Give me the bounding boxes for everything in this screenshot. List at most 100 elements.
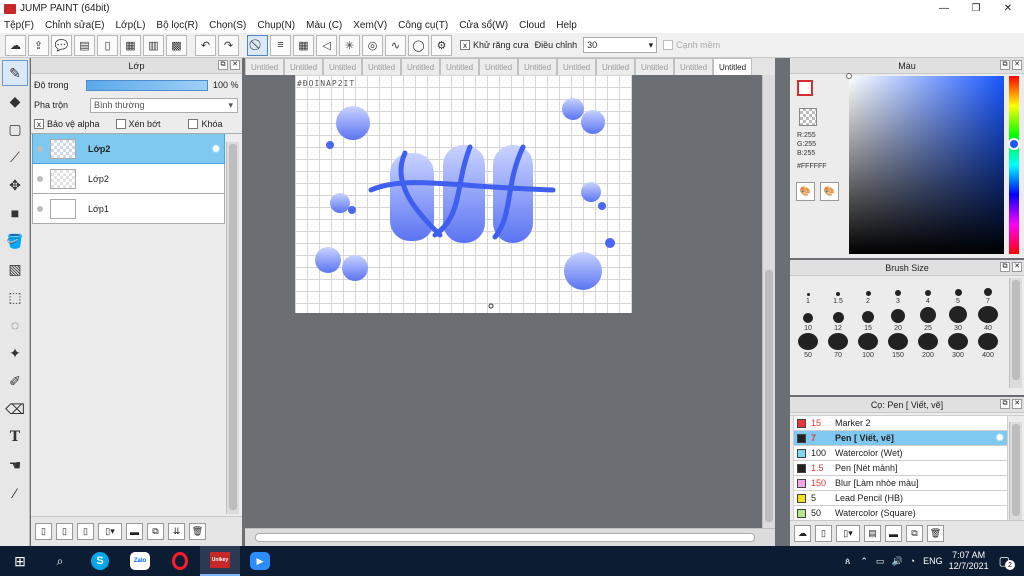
brush-item[interactable]: 7 Pen [ Viết, vẽ] ✹: [793, 431, 1008, 446]
cloud-save-button[interactable]: ☁: [5, 34, 26, 56]
select-pen-tool[interactable]: ✐: [2, 368, 28, 394]
visibility-icon[interactable]: [37, 205, 43, 212]
foreground-color-swatch[interactable]: [797, 80, 813, 96]
panel-close-button[interactable]: ✕: [1012, 399, 1022, 409]
brush-list-scroll-thumb[interactable]: [1012, 424, 1020, 516]
antialias-checkbox[interactable]: x: [460, 40, 470, 50]
text-balloon-button[interactable]: ▤: [74, 34, 95, 56]
brush-settings-button[interactable]: ▤: [864, 525, 881, 542]
duplicate-layer-button[interactable]: ⧉: [147, 523, 164, 540]
gradient-tool[interactable]: ▧: [2, 256, 28, 282]
brush-size-option[interactable]: 1: [793, 279, 823, 306]
brush-size-option[interactable]: 70: [823, 333, 853, 360]
minimize-button[interactable]: —: [928, 0, 960, 17]
blend-mode-select[interactable]: Bình thường ▾: [90, 97, 238, 113]
undo-button[interactable]: ↶: [195, 34, 216, 56]
layer-scroll-thumb[interactable]: [229, 144, 237, 510]
tone-button[interactable]: ▩: [166, 34, 187, 56]
layer-item[interactable]: Lớp1: [32, 194, 225, 224]
people-icon[interactable]: ጰ: [845, 556, 850, 567]
document-tab[interactable]: Untitled: [245, 58, 284, 75]
pen-tool[interactable]: ✎: [2, 60, 28, 86]
menu-help[interactable]: Help: [556, 20, 577, 31]
menu-window[interactable]: Cửa sổ(W): [459, 20, 508, 31]
select-rect-tool[interactable]: ⬚: [2, 284, 28, 310]
opacity-slider[interactable]: [86, 79, 208, 91]
maximize-button[interactable]: ❐: [960, 0, 992, 17]
radial-ruler-button[interactable]: ✳: [339, 34, 360, 56]
document-tab[interactable]: Untitled: [479, 58, 518, 75]
brush-list-scrollbar[interactable]: [1009, 422, 1022, 520]
speech-bubble-button[interactable]: 💬: [51, 34, 72, 56]
sv-cursor[interactable]: [846, 73, 852, 79]
document-tab[interactable]: Untitled: [440, 58, 479, 75]
language-indicator[interactable]: ENG: [923, 556, 943, 566]
perspective-ruler-button[interactable]: ◁: [316, 34, 337, 56]
network-icon[interactable]: ◔: [910, 556, 915, 566]
line-tool[interactable]: ⟋: [2, 144, 28, 170]
new-brush-button[interactable]: ▯: [815, 525, 832, 542]
document-tab[interactable]: Untitled: [635, 58, 674, 75]
color-palette-button[interactable]: 🎨: [796, 182, 815, 201]
canvas-hscroll-thumb[interactable]: [255, 533, 755, 542]
clock[interactable]: 7:07 AM 12/7/2021: [949, 550, 989, 572]
concentric-ruler-button[interactable]: ◎: [362, 34, 383, 56]
brush-size-option[interactable]: 200: [913, 333, 943, 360]
brush-size-option[interactable]: 4: [913, 279, 943, 306]
start-button[interactable]: ⊞: [0, 546, 40, 576]
antialias-option[interactable]: x Khử răng cưa: [460, 40, 529, 50]
delete-layer-button[interactable]: 🗑: [189, 523, 206, 540]
battery-icon[interactable]: ▭: [876, 556, 885, 567]
ruler-settings-button[interactable]: ⚙: [431, 34, 452, 56]
cloud-brush-button[interactable]: ☁: [794, 525, 811, 542]
menu-select[interactable]: Chọn(S): [209, 20, 246, 31]
document-tab-active[interactable]: Untitled: [713, 58, 752, 75]
hue-slider[interactable]: [1008, 76, 1020, 254]
menu-edit[interactable]: Chỉnh sửa(E): [45, 20, 105, 31]
document-tab[interactable]: Untitled: [557, 58, 596, 75]
transparent-swatch[interactable]: [799, 108, 817, 126]
cross-ruler-button[interactable]: ▦: [293, 34, 314, 56]
new-folder-button[interactable]: ▬: [126, 523, 143, 540]
move-tool[interactable]: ✥: [2, 172, 28, 198]
brush-size-option[interactable]: 150: [883, 333, 913, 360]
brush-item[interactable]: 100 Watercolor (Wet): [793, 446, 1008, 461]
panel-float-button[interactable]: ⧉: [1000, 60, 1010, 70]
brush-size-option[interactable]: 20: [883, 306, 913, 333]
new-halftone-layer-button[interactable]: ▯: [77, 523, 94, 540]
brush-size-option[interactable]: 15: [853, 306, 883, 333]
brush-size-option[interactable]: 12: [823, 306, 853, 333]
frame-button[interactable]: ▦: [120, 34, 141, 56]
export-button[interactable]: ⇪: [28, 34, 49, 56]
menu-color[interactable]: Màu (C): [306, 20, 342, 31]
brush-size-option[interactable]: 5: [943, 279, 973, 306]
select-eraser-tool[interactable]: ⌫: [2, 396, 28, 422]
panel-float-button[interactable]: ⧉: [218, 60, 228, 70]
new-raster-layer-button[interactable]: ▯: [56, 523, 73, 540]
panel-layout-button[interactable]: ▥: [143, 34, 164, 56]
drawing-canvas[interactable]: #ĐỌINAP2IT: [295, 75, 632, 313]
ruler-off-button[interactable]: ⃠: [247, 34, 268, 56]
canvas-area[interactable]: #ĐỌINAP2IT: [245, 75, 775, 528]
canvas-vscroll-thumb[interactable]: [765, 270, 773, 522]
brush-menu-button[interactable]: ▯▾: [836, 525, 860, 542]
hue-cursor[interactable]: [1008, 138, 1020, 150]
bucket-tool[interactable]: 🪣: [2, 228, 28, 254]
document-tab[interactable]: Untitled: [596, 58, 635, 75]
search-button[interactable]: ⌕: [40, 546, 80, 576]
menu-file[interactable]: Tệp(F): [4, 20, 34, 31]
text-tool[interactable]: T: [2, 424, 28, 450]
parallel-ruler-button[interactable]: ≡: [270, 34, 291, 56]
brush-size-scroll-thumb[interactable]: [1012, 280, 1020, 380]
gear-icon[interactable]: ✹: [211, 142, 221, 156]
close-button[interactable]: ✕: [992, 0, 1024, 17]
lasso-tool[interactable]: ◌: [2, 312, 28, 338]
menu-filter[interactable]: Bộ lọc(R): [156, 20, 198, 31]
lock-checkbox[interactable]: [188, 119, 199, 129]
visibility-icon[interactable]: [37, 175, 43, 182]
merge-layer-button[interactable]: ⇊: [168, 523, 185, 540]
panel-float-button[interactable]: ⧉: [1000, 399, 1010, 409]
panel-close-button[interactable]: ✕: [1012, 60, 1022, 70]
brush-size-option[interactable]: 50: [793, 333, 823, 360]
brush-folder-button[interactable]: ▬: [885, 525, 902, 542]
